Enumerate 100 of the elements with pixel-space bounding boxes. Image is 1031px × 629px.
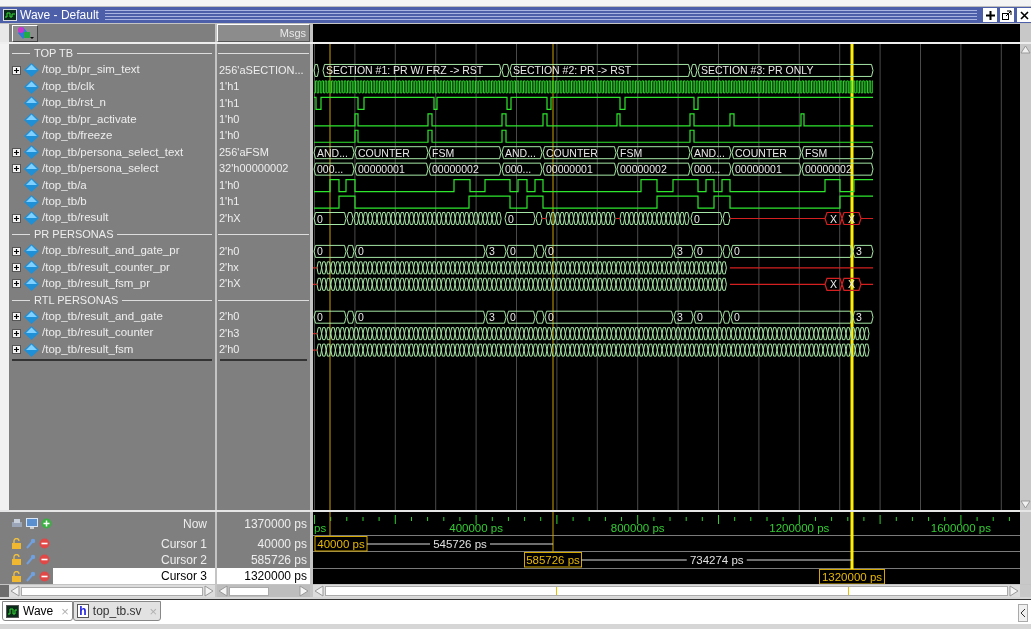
signal-name[interactable]: /top_tb/result_and_gate bbox=[42, 311, 163, 323]
bus-value: 0 bbox=[510, 245, 516, 258]
expand-button[interactable] bbox=[12, 279, 21, 289]
bus-value: 3 bbox=[489, 310, 495, 323]
plus-icon bbox=[14, 215, 19, 221]
add-circle-icon[interactable] bbox=[41, 518, 52, 530]
diamond-icon bbox=[24, 79, 39, 94]
signal-name[interactable]: /top_tb/clk bbox=[42, 80, 95, 93]
cursor-flag: 585726 ps bbox=[524, 552, 582, 568]
remove-icon[interactable] bbox=[39, 554, 50, 566]
tab[interactable]: Wave × bbox=[2, 601, 73, 621]
cursor-name[interactable]: Cursor 3 bbox=[53, 567, 215, 585]
signal-value: 256'aFSM bbox=[219, 146, 269, 158]
signal-value: 2'h0 bbox=[219, 344, 240, 356]
signal-name[interactable]: /top_tb/b bbox=[42, 195, 87, 208]
monitor-icon[interactable] bbox=[26, 518, 38, 530]
expand-button[interactable] bbox=[12, 312, 21, 322]
signal-value: 1'h1 bbox=[219, 81, 240, 93]
bus-value: X bbox=[830, 278, 837, 291]
close-button[interactable] bbox=[1017, 8, 1031, 22]
plus-icon bbox=[14, 347, 19, 353]
scroll-left-icon bbox=[1020, 609, 1026, 617]
expand-button[interactable] bbox=[12, 147, 21, 157]
signal-value: 2'hX bbox=[219, 212, 241, 224]
signal-name[interactable]: /top_tb/result_and_gate_pr bbox=[42, 245, 180, 257]
bus-value: 0 bbox=[510, 310, 516, 323]
signal-name[interactable]: /top_tb/a bbox=[42, 179, 87, 191]
bus-value: FSM bbox=[432, 146, 455, 159]
bus-value: FSM bbox=[805, 146, 828, 159]
lock-icon[interactable] bbox=[11, 554, 22, 566]
diamond-icon bbox=[24, 161, 39, 176]
signal-name[interactable]: /top_tb/rst_n bbox=[42, 97, 106, 109]
remove-icon[interactable] bbox=[39, 538, 50, 549]
horizontal-scrollbar[interactable] bbox=[217, 585, 310, 598]
bus-value: 3 bbox=[677, 310, 683, 323]
bus-value: 0 bbox=[697, 245, 703, 258]
signal-value: 1'h1 bbox=[219, 196, 240, 208]
plus-icon bbox=[14, 248, 19, 254]
now-value: 1370000 ps bbox=[244, 517, 307, 530]
signal-name[interactable]: /top_tb/persona_select_text bbox=[42, 146, 184, 159]
plus-icon bbox=[14, 264, 19, 270]
diamond-icon bbox=[24, 194, 39, 209]
signal-name[interactable]: /top_tb/result_fsm bbox=[42, 343, 134, 356]
expand-button[interactable] bbox=[12, 328, 21, 338]
bus-value: 000... bbox=[317, 162, 344, 175]
window-title: Wave - Default bbox=[20, 9, 99, 21]
bus-value: 0 bbox=[734, 310, 740, 323]
lock-icon[interactable] bbox=[11, 570, 22, 582]
signal-name[interactable]: /top_tb/result bbox=[42, 212, 109, 224]
bus-value: AND... bbox=[317, 146, 348, 159]
expand-button[interactable] bbox=[12, 262, 21, 272]
shapes-dropdown[interactable] bbox=[12, 24, 38, 42]
signal-name[interactable]: /top_tb/persona_select bbox=[42, 163, 159, 175]
signal-name[interactable]: /top_tb/pr_sim_text bbox=[42, 64, 140, 76]
bus-value: X bbox=[848, 212, 855, 225]
expand-button[interactable] bbox=[12, 345, 21, 355]
bus-value: 0 bbox=[358, 245, 364, 258]
signal-value: 2'h0 bbox=[219, 245, 240, 257]
cursor-name[interactable]: Cursor 2 bbox=[53, 551, 215, 568]
bus-value: SECTION #3: PR ONLY bbox=[701, 64, 814, 77]
signal-name[interactable]: /top_tb/pr_activate bbox=[42, 113, 137, 126]
expand-button[interactable] bbox=[12, 65, 21, 75]
time-label: ps bbox=[314, 522, 327, 535]
bus-value: COUNTER bbox=[735, 146, 787, 159]
diamond-icon bbox=[24, 342, 39, 357]
remove-icon[interactable] bbox=[39, 570, 50, 582]
signal-value: 2'hX bbox=[219, 278, 241, 290]
close-button[interactable]: × bbox=[61, 604, 69, 618]
bus-value: 0 bbox=[317, 212, 323, 225]
vertical-scrollbar[interactable] bbox=[1020, 43, 1031, 510]
signal-value: 32'h00000002 bbox=[219, 163, 289, 175]
expand-button[interactable] bbox=[12, 246, 21, 256]
scroll-right-icon bbox=[298, 585, 310, 598]
horizontal-scrollbar[interactable] bbox=[313, 585, 1020, 598]
tab-scroll-button[interactable] bbox=[1018, 604, 1028, 622]
diamond-icon bbox=[24, 145, 39, 160]
expand-button[interactable] bbox=[12, 213, 21, 223]
scroll-right-icon bbox=[203, 585, 215, 598]
cursor-name[interactable]: Cursor 1 bbox=[53, 535, 215, 552]
signal-name[interactable]: /top_tb/result_counter_pr bbox=[42, 261, 170, 274]
signal-name[interactable]: /top_tb/result_fsm_pr bbox=[42, 278, 151, 290]
bus-value: 0 bbox=[548, 310, 554, 323]
diamond-icon bbox=[24, 260, 39, 275]
signal-name[interactable]: /top_tb/result_counter bbox=[42, 327, 154, 339]
time-label: 400000 ps bbox=[449, 522, 503, 535]
plus-icon bbox=[14, 166, 19, 172]
tab[interactable]: h top_tb.sv × bbox=[72, 601, 162, 621]
diamond-icon bbox=[24, 128, 39, 143]
signal-name[interactable]: /top_tb/freeze bbox=[42, 130, 113, 142]
bus-value: 0 bbox=[508, 212, 514, 225]
undock-button[interactable] bbox=[1000, 8, 1014, 22]
horizontal-scrollbar[interactable] bbox=[9, 585, 215, 598]
diamond-icon bbox=[24, 112, 39, 127]
expand-button[interactable] bbox=[12, 164, 21, 174]
lock-icon[interactable] bbox=[11, 538, 22, 549]
shapes-icon bbox=[15, 26, 35, 40]
plus-icon bbox=[14, 281, 19, 287]
plus-button[interactable] bbox=[983, 8, 997, 22]
bus-value: 0 bbox=[548, 245, 554, 258]
bus-value: 0 bbox=[358, 310, 364, 323]
